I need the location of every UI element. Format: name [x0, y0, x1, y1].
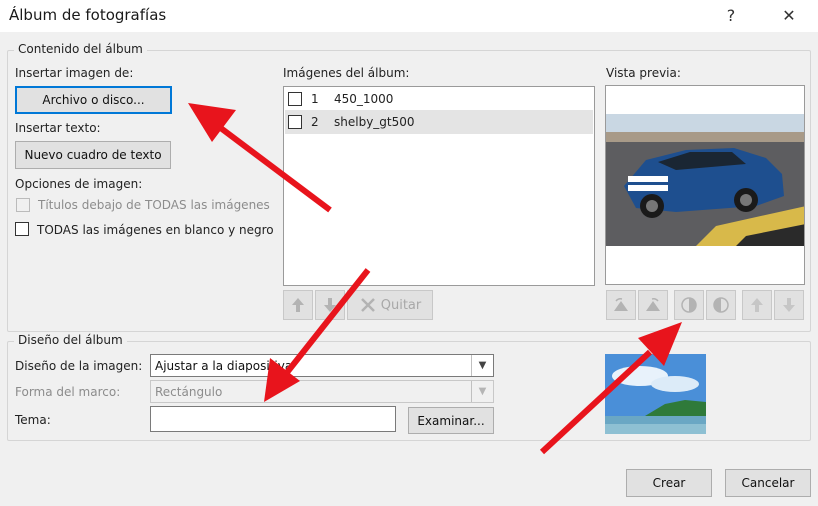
preview-image — [605, 85, 805, 285]
list-item[interactable]: 2 shelby_gt500 — [285, 110, 593, 134]
insert-text-label: Insertar texto: — [15, 121, 101, 135]
rotate-left-button[interactable] — [606, 290, 636, 320]
insert-image-label: Insertar imagen de: — [15, 66, 134, 80]
preview-label: Vista previa: — [606, 66, 681, 80]
theme-label: Tema: — [15, 413, 51, 427]
image-options-label: Opciones de imagen: — [15, 177, 143, 191]
list-item-name: 450_1000 — [334, 92, 394, 106]
dialog-title: Álbum de fotografías — [9, 6, 167, 24]
remove-button-label: Quitar — [380, 297, 422, 313]
picture-layout-label: Diseño de la imagen: — [15, 359, 143, 373]
captions-checkbox[interactable] — [16, 198, 30, 212]
captions-option-label: Títulos debajo de TODAS las imágenes — [38, 198, 270, 212]
arrow-down-icon — [324, 298, 336, 312]
chevron-down-icon[interactable]: ▼ — [471, 355, 493, 376]
list-item-checkbox[interactable] — [288, 92, 302, 106]
rotate-right-button[interactable] — [638, 290, 668, 320]
brightness-up-button[interactable] — [742, 290, 772, 320]
picture-layout-value: Ajustar a la diapositiva — [155, 358, 293, 373]
chevron-down-icon[interactable]: ▼ — [471, 381, 493, 402]
remove-icon — [360, 298, 375, 312]
picture-layout-select[interactable]: Ajustar a la diapositiva ▼ — [150, 354, 494, 377]
theme-input[interactable] — [150, 406, 396, 432]
landscape-image — [605, 354, 706, 434]
list-item-checkbox[interactable] — [288, 115, 302, 129]
list-item-number: 1 — [311, 92, 319, 106]
album-images-list[interactable]: 1 450_1000 2 shelby_gt500 — [283, 86, 595, 286]
create-button[interactable]: Crear — [626, 469, 712, 497]
move-up-button[interactable] — [283, 290, 313, 320]
remove-button[interactable]: Quitar — [347, 290, 433, 320]
arrow-up-icon — [292, 298, 304, 312]
theme-thumbnail — [605, 354, 706, 434]
list-item[interactable]: 1 450_1000 — [285, 87, 593, 111]
album-images-label: Imágenes del álbum: — [283, 66, 410, 80]
black-white-checkbox[interactable] — [15, 222, 29, 236]
album-layout-legend: Diseño del álbum — [14, 333, 127, 347]
black-white-option-label: TODAS las imágenes en blanco y negro — [37, 223, 274, 237]
file-or-disk-button[interactable]: Archivo o disco... — [15, 86, 172, 114]
rotate-left-icon — [614, 298, 628, 311]
move-down-button[interactable] — [315, 290, 345, 320]
cancel-button[interactable]: Cancelar — [725, 469, 811, 497]
car-photo — [606, 86, 804, 284]
brightness-up-icon — [751, 298, 763, 312]
brightness-down-icon — [783, 298, 795, 312]
browse-button[interactable]: Examinar... — [408, 407, 494, 434]
list-item-name: shelby_gt500 — [334, 115, 415, 129]
new-textbox-button[interactable]: Nuevo cuadro de texto — [15, 141, 171, 169]
list-item-number: 2 — [311, 115, 319, 129]
contrast-down-icon — [713, 297, 729, 313]
contrast-up-icon — [681, 297, 697, 313]
help-button[interactable]: ? — [714, 2, 748, 28]
contrast-down-button[interactable] — [706, 290, 736, 320]
frame-shape-label: Forma del marco: — [15, 385, 121, 399]
title-bar: Álbum de fotografías ? ✕ — [0, 0, 818, 32]
album-content-legend: Contenido del álbum — [14, 42, 147, 56]
close-button[interactable]: ✕ — [772, 2, 806, 28]
frame-shape-value: Rectángulo — [155, 384, 223, 399]
rotate-right-icon — [646, 298, 660, 311]
contrast-up-button[interactable] — [674, 290, 704, 320]
brightness-down-button[interactable] — [774, 290, 804, 320]
frame-shape-select[interactable]: Rectángulo ▼ — [150, 380, 494, 403]
